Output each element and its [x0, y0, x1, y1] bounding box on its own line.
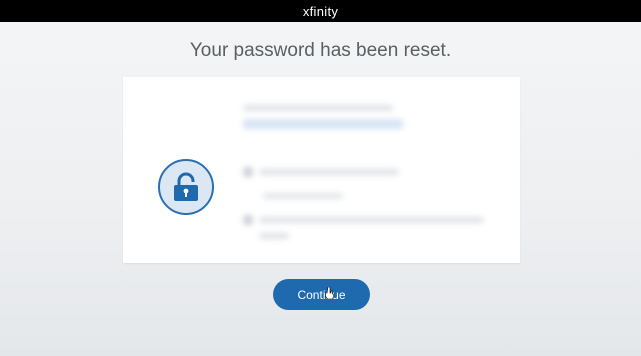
hand-cursor-icon	[325, 287, 334, 299]
padlock-glyph	[174, 172, 198, 201]
blurred-account-details	[243, 97, 498, 247]
page-title: Your password has been reset.	[189, 40, 452, 61]
unlocked-padlock-icon	[158, 159, 214, 215]
confirmation-card	[123, 77, 520, 263]
continue-button[interactable]: Continue	[273, 279, 370, 310]
xfinity-logo: xfinity	[302, 3, 339, 19]
top-header-bar: xfinity	[0, 0, 641, 22]
